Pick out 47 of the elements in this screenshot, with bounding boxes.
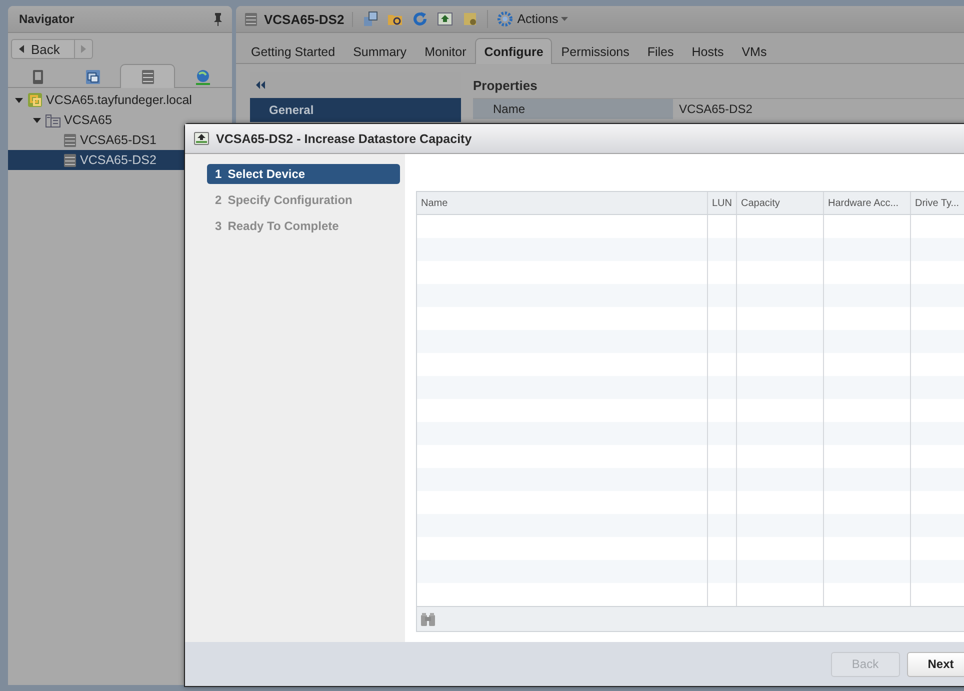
column-header[interactable]: Hardware Acc...: [824, 192, 911, 214]
tab[interactable]: Getting Started: [242, 38, 344, 64]
database-icon: [63, 132, 77, 148]
tab[interactable]: VMs: [732, 38, 776, 64]
panel-title: Navigator: [19, 12, 74, 26]
arrow-right-icon: [80, 44, 87, 54]
toolbar-button[interactable]: [437, 11, 454, 27]
back-button[interactable]: Back: [11, 39, 75, 59]
tree-item[interactable]: VCSA65.tayfundeger.local: [8, 90, 232, 110]
tree-item[interactable]: VCSA65: [8, 110, 232, 130]
property-label: Name: [473, 99, 673, 119]
database-icon: [140, 68, 156, 84]
wizard-button[interactable]: Next: [906, 652, 964, 676]
building-icon: [45, 112, 61, 128]
dialog-title: VCSA65-DS2 - Increase Datastore Capacity: [216, 132, 472, 146]
column-header[interactable]: Capacity: [737, 192, 824, 214]
column-header[interactable]: LUN: [708, 192, 737, 214]
search-button[interactable]: [420, 612, 436, 626]
pin-icon: [212, 12, 224, 26]
tab[interactable]: Monitor: [416, 38, 476, 64]
sidebar-item[interactable]: General: [250, 98, 461, 122]
tab[interactable]: Configure: [475, 38, 552, 64]
column-header[interactable]: Drive Ty...: [911, 192, 964, 214]
wizard-step[interactable]: 1 Select Device: [207, 164, 400, 184]
upload-icon: [194, 131, 209, 146]
tab[interactable]: Permissions: [552, 38, 638, 64]
squares-icon: [27, 92, 43, 108]
tab[interactable]: Files: [638, 38, 683, 64]
database-icon: [63, 152, 77, 168]
tab[interactable]: Summary: [344, 38, 416, 64]
gear-icon: [496, 10, 514, 28]
column-header[interactable]: Name: [417, 192, 708, 214]
arrow-left-icon: [18, 44, 25, 54]
upload-icon: [437, 11, 454, 27]
refresh-icon: [412, 11, 428, 27]
collapse-icon: [256, 81, 265, 89]
tab[interactable]: Hosts: [682, 38, 733, 64]
object-title: VCSA65-DS2: [264, 12, 344, 26]
property-value: VCSA65-DS2: [678, 102, 752, 116]
binoculars-icon: [420, 612, 436, 626]
navigator-tab[interactable]: [120, 64, 175, 88]
database-icon: [244, 12, 258, 26]
globe-icon: [194, 68, 210, 84]
windows-icon: [84, 68, 100, 84]
caret-icon: [561, 17, 568, 21]
actions-menu[interactable]: Actions: [487, 10, 568, 28]
section-title: Properties: [473, 77, 538, 95]
